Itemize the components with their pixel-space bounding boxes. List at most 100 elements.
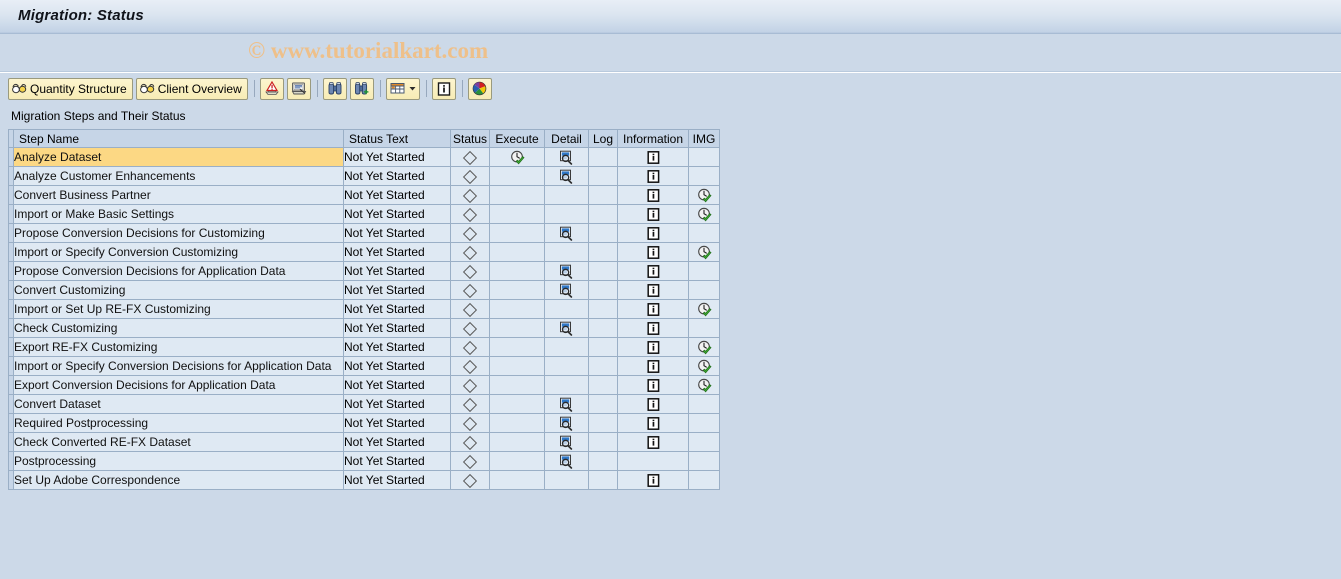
cell-information[interactable]: [617, 185, 689, 205]
cell-detail[interactable]: [544, 166, 589, 186]
table-row[interactable]: Analyze Dataset Not Yet Started: [8, 147, 720, 167]
cell-information[interactable]: [617, 337, 689, 357]
cell-status[interactable]: [450, 318, 490, 338]
cell-status[interactable]: [450, 375, 490, 395]
client-overview-button[interactable]: Client Overview: [135, 77, 248, 100]
column-header-log[interactable]: Log: [588, 129, 618, 148]
cell-status[interactable]: [450, 299, 490, 319]
table-row[interactable]: Export RE-FX Customizing Not Yet Started: [8, 337, 720, 357]
table-row[interactable]: Propose Conversion Decisions for Applica…: [8, 261, 720, 281]
magnifier-document-icon[interactable]: [559, 283, 574, 298]
info-icon[interactable]: [646, 208, 660, 222]
cell-img[interactable]: [688, 185, 720, 205]
magnifier-document-icon[interactable]: [559, 264, 574, 279]
check-warning-button[interactable]: [259, 77, 284, 100]
cell-img[interactable]: [688, 375, 720, 395]
cell-information[interactable]: [617, 299, 689, 319]
cell-step-name[interactable]: Import or Specify Conversion Customizing: [13, 242, 344, 262]
clock-check-icon[interactable]: [697, 245, 712, 260]
find-next-button[interactable]: [349, 77, 374, 100]
table-row[interactable]: Export Conversion Decisions for Applicat…: [8, 375, 720, 395]
info-icon[interactable]: [646, 303, 660, 317]
clock-check-icon[interactable]: [697, 302, 712, 317]
clock-check-icon[interactable]: [697, 378, 712, 393]
magnifier-document-icon[interactable]: [559, 397, 574, 412]
chevron-down-icon[interactable]: [409, 86, 416, 91]
cell-information[interactable]: [617, 261, 689, 281]
cell-status[interactable]: [450, 413, 490, 433]
cell-img[interactable]: [688, 337, 720, 357]
column-header-detail[interactable]: Detail: [544, 129, 589, 148]
info-icon[interactable]: [646, 265, 660, 279]
table-row[interactable]: Import or Make Basic Settings Not Yet Sta…: [8, 204, 720, 224]
info-icon[interactable]: [646, 227, 660, 241]
cell-status[interactable]: [450, 356, 490, 376]
table-row[interactable]: Convert Dataset Not Yet Started: [8, 394, 720, 414]
cell-status[interactable]: [450, 147, 490, 167]
cell-execute[interactable]: [489, 147, 545, 167]
cell-step-name[interactable]: Analyze Customer Enhancements: [13, 166, 344, 186]
cell-status[interactable]: [450, 470, 490, 490]
cell-status[interactable]: [450, 337, 490, 357]
cell-detail[interactable]: [544, 413, 589, 433]
cell-step-name[interactable]: Export Conversion Decisions for Applicat…: [13, 375, 344, 395]
cell-img[interactable]: [688, 242, 720, 262]
cell-information[interactable]: [617, 432, 689, 452]
cell-information[interactable]: [617, 223, 689, 243]
cell-status[interactable]: [450, 223, 490, 243]
cell-step-name[interactable]: Convert Dataset: [13, 394, 344, 414]
cell-detail[interactable]: [544, 451, 589, 471]
info-icon[interactable]: [646, 151, 660, 165]
cell-step-name[interactable]: Import or Specify Conversion Decisions f…: [13, 356, 344, 376]
cell-status[interactable]: [450, 185, 490, 205]
table-row[interactable]: Convert Customizing Not Yet Started: [8, 280, 720, 300]
cell-information[interactable]: [617, 394, 689, 414]
table-row[interactable]: Propose Conversion Decisions for Customi…: [8, 223, 720, 243]
cell-detail[interactable]: [544, 261, 589, 281]
table-row[interactable]: Convert Business Partner Not Yet Started: [8, 185, 720, 205]
info-icon[interactable]: [646, 341, 660, 355]
column-header-execute[interactable]: Execute: [489, 129, 545, 148]
clock-check-icon[interactable]: [697, 359, 712, 374]
info-icon[interactable]: [646, 189, 660, 203]
info-details-button[interactable]: [431, 77, 456, 100]
monitor-script-button[interactable]: [286, 77, 311, 100]
magnifier-document-icon[interactable]: [559, 150, 574, 165]
table-row[interactable]: Required Postprocessing Not Yet Started: [8, 413, 720, 433]
cell-information[interactable]: [617, 356, 689, 376]
cell-information[interactable]: [617, 318, 689, 338]
cell-detail[interactable]: [544, 318, 589, 338]
table-row[interactable]: Check Converted RE-FX Dataset Not Yet Sta…: [8, 432, 720, 452]
cell-detail[interactable]: [544, 280, 589, 300]
table-row[interactable]: Import or Specify Conversion Customizing…: [8, 242, 720, 262]
cell-status[interactable]: [450, 394, 490, 414]
color-palette-button[interactable]: [467, 77, 492, 100]
magnifier-document-icon[interactable]: [559, 169, 574, 184]
cell-status[interactable]: [450, 280, 490, 300]
cell-img[interactable]: [688, 356, 720, 376]
cell-status[interactable]: [450, 242, 490, 262]
cell-status[interactable]: [450, 451, 490, 471]
cell-step-name[interactable]: Export RE-FX Customizing: [13, 337, 344, 357]
clock-check-icon[interactable]: [510, 150, 525, 165]
layout-select-button[interactable]: [385, 77, 420, 100]
cell-information[interactable]: [617, 375, 689, 395]
info-icon[interactable]: [646, 322, 660, 336]
cell-step-name[interactable]: Import or Set Up RE-FX Customizing: [13, 299, 344, 319]
magnifier-document-icon[interactable]: [559, 435, 574, 450]
table-row[interactable]: Import or Set Up RE-FX Customizing Not Ye…: [8, 299, 720, 319]
cell-step-name[interactable]: Set Up Adobe Correspondence: [13, 470, 344, 490]
info-icon[interactable]: [646, 398, 660, 412]
magnifier-document-icon[interactable]: [559, 416, 574, 431]
info-icon[interactable]: [646, 417, 660, 431]
table-row[interactable]: Check Customizing Not Yet Started: [8, 318, 720, 338]
info-icon[interactable]: [646, 379, 660, 393]
cell-img[interactable]: [688, 204, 720, 224]
table-row[interactable]: Analyze Customer Enhancements Not Yet Sta…: [8, 166, 720, 186]
column-header-img[interactable]: IMG: [688, 129, 720, 148]
cell-information[interactable]: [617, 242, 689, 262]
cell-status[interactable]: [450, 166, 490, 186]
table-row[interactable]: Import or Specify Conversion Decisions f…: [8, 356, 720, 376]
cell-information[interactable]: [617, 470, 689, 490]
column-header-step-name[interactable]: Step Name: [13, 129, 344, 148]
